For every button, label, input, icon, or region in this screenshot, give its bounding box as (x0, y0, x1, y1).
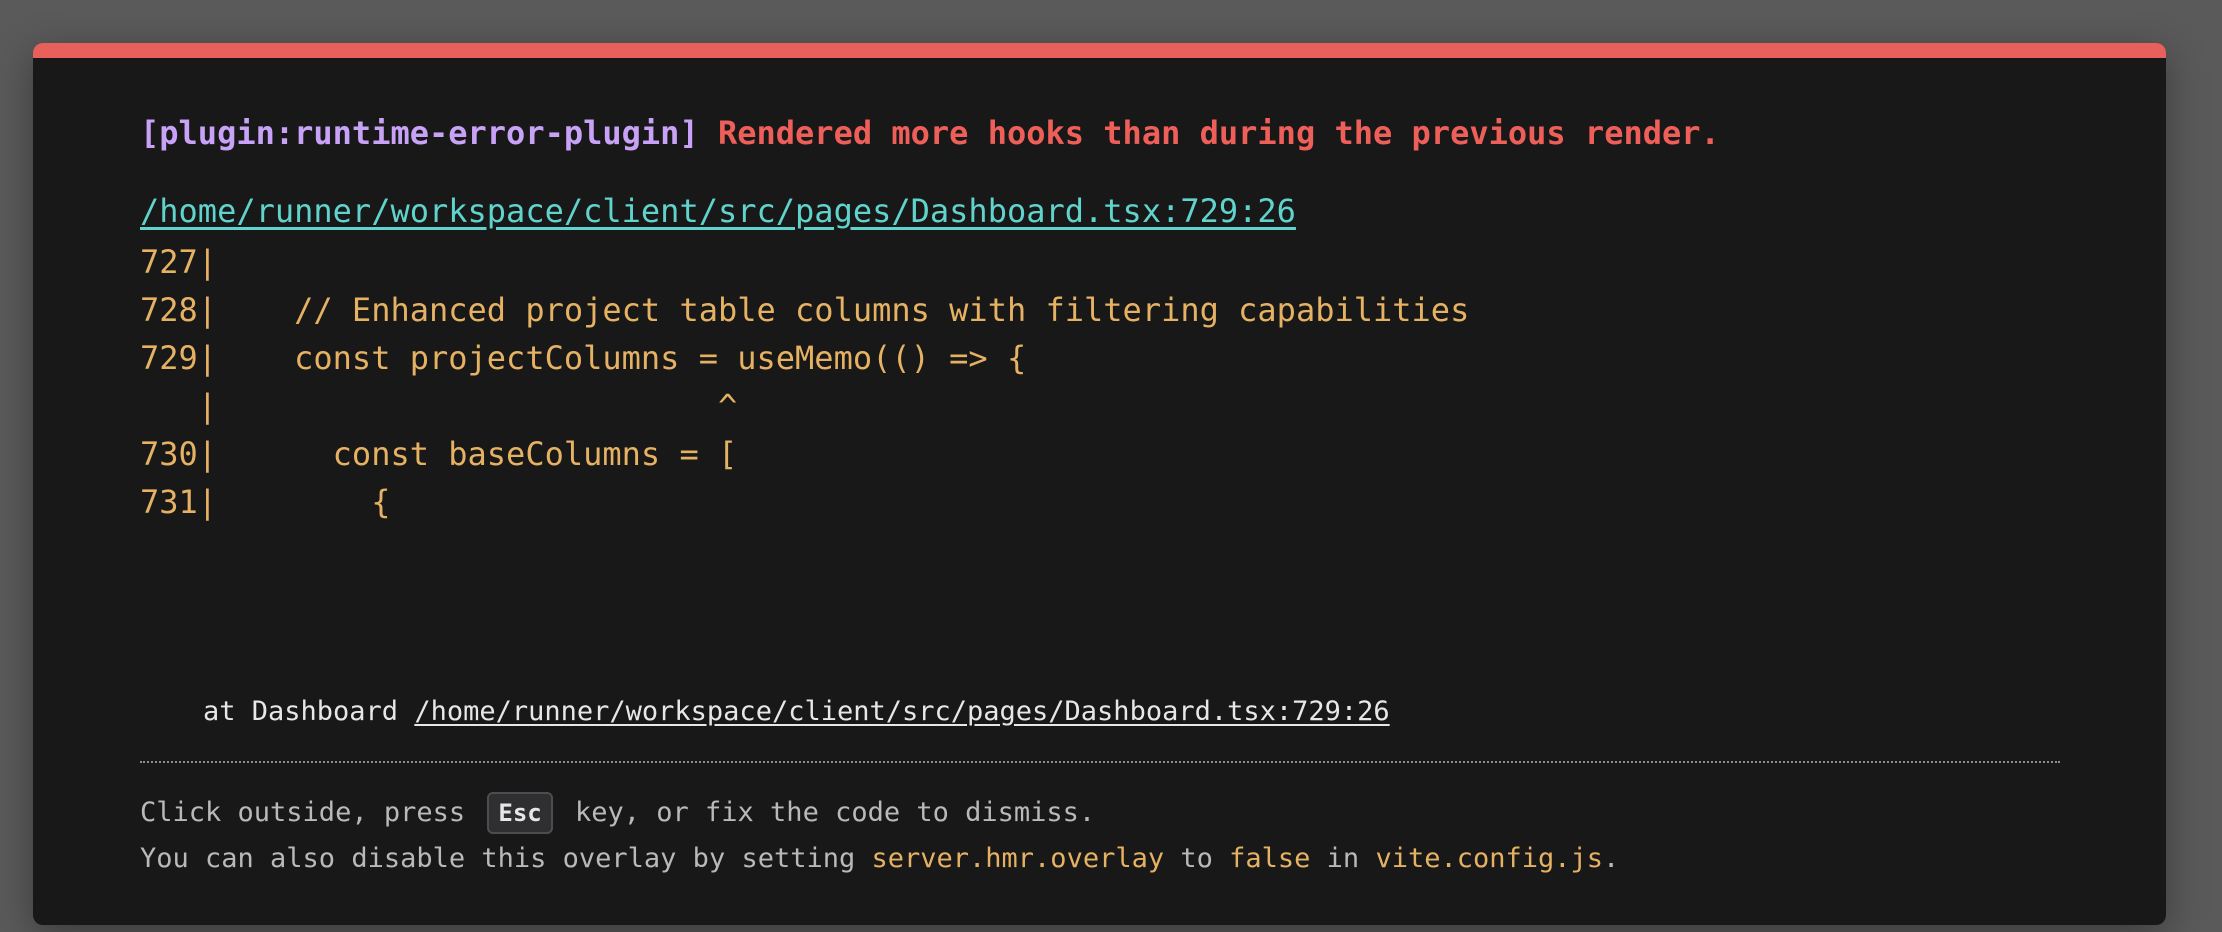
tip-text: You can also disable this overlay by set… (140, 843, 872, 874)
code-line-caret: | ^ (140, 387, 738, 425)
error-message: [plugin:runtime-error-plugin] Rendered m… (140, 113, 1720, 153)
code-line: 727| (140, 243, 218, 281)
tip-text: key, or fix the code to dismiss. (558, 797, 1096, 828)
code-frame: 727| 728| // Enhanced project table colu… (140, 238, 1469, 526)
stack-prefix: at Dashboard (203, 696, 415, 727)
plugin-name: [plugin:runtime-error-plugin] (140, 114, 699, 152)
code-line: 729| const projectColumns = useMemo(() =… (140, 339, 1027, 377)
tip-text: . (1603, 843, 1620, 874)
code-line: 731| { (140, 483, 391, 521)
config-key: server.hmr.overlay (871, 843, 1165, 874)
config-file: vite.config.js (1375, 843, 1604, 874)
code-line: 730| const baseColumns = [ (140, 435, 738, 473)
stack-trace: at Dashboard /home/runner/workspace/clie… (203, 694, 1390, 730)
stack-file-link[interactable]: /home/runner/workspace/client/src/pages/… (414, 696, 1389, 727)
disable-tip: You can also disable this overlay by set… (140, 840, 1619, 878)
tip-text: Click outside, press (140, 797, 482, 828)
error-text: Rendered more hooks than during the prev… (717, 114, 1720, 152)
code-line: 728| // Enhanced project table columns w… (140, 291, 1470, 329)
esc-key: Esc (487, 792, 553, 834)
file-link[interactable]: /home/runner/workspace/client/src/pages/… (140, 191, 1296, 231)
false-value: false (1229, 843, 1311, 874)
divider (140, 761, 2060, 763)
dismiss-tip: Click outside, press Esc key, or fix the… (140, 792, 1095, 834)
tip-text: in (1310, 843, 1376, 874)
error-overlay: [plugin:runtime-error-plugin] Rendered m… (33, 43, 2166, 925)
tip-text: to (1164, 843, 1230, 874)
